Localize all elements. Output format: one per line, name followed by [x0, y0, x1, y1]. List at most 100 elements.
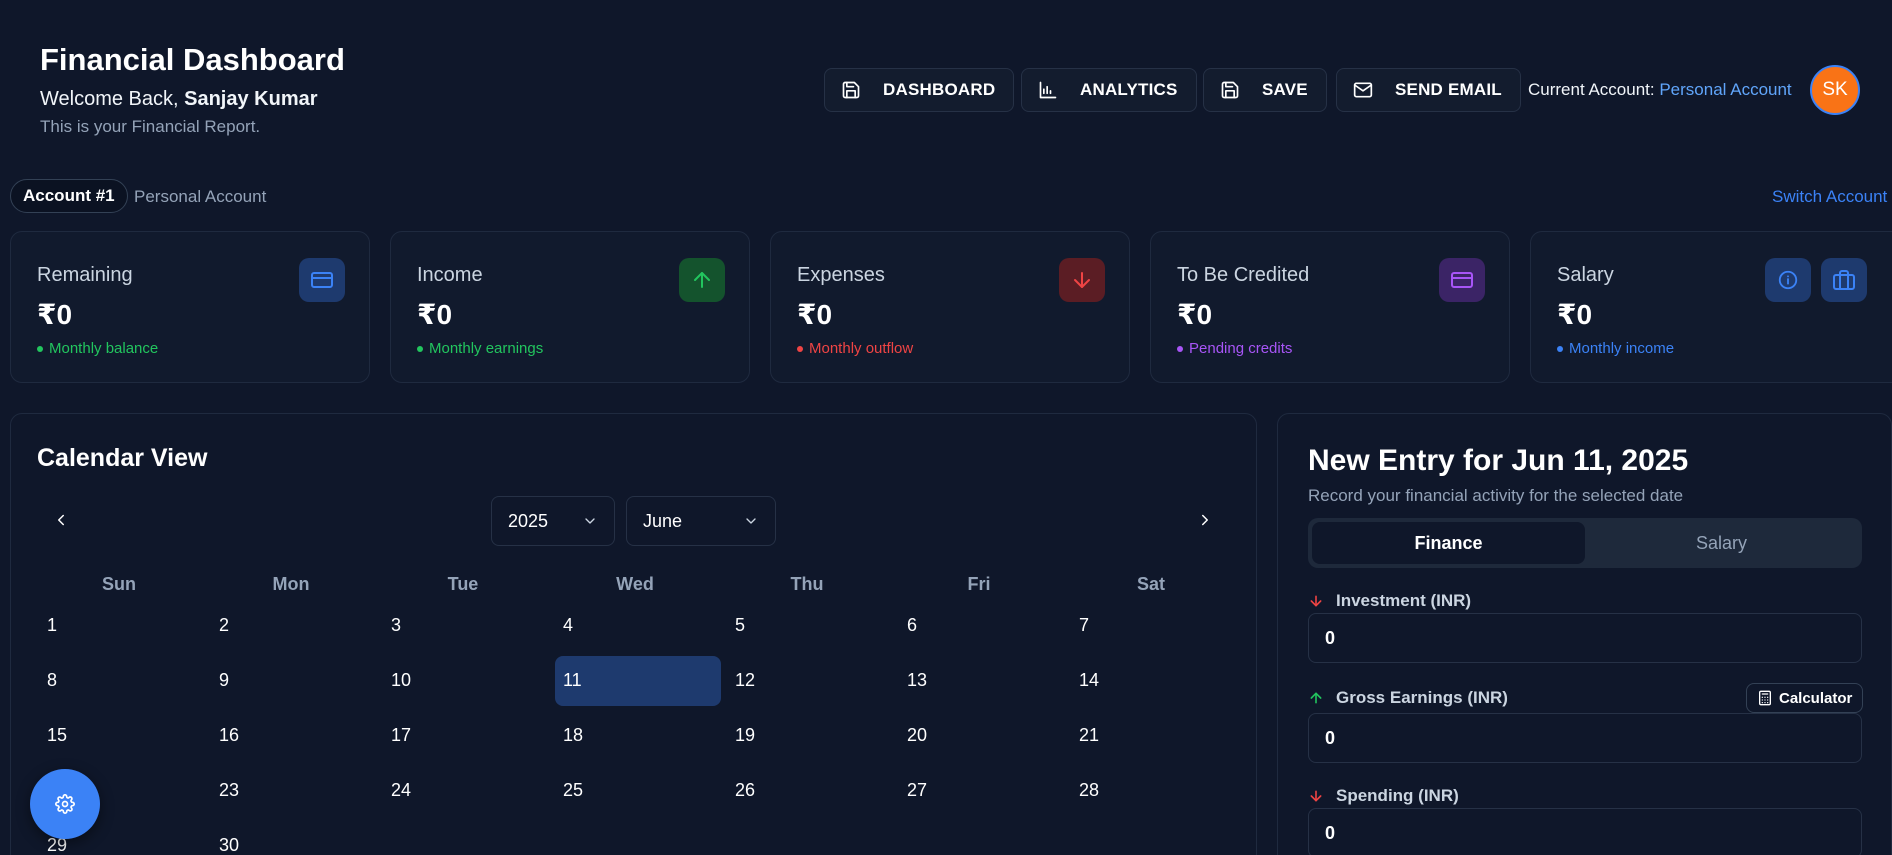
avatar[interactable]: SK: [1810, 65, 1860, 115]
entry-tabs: Finance Salary: [1308, 518, 1862, 568]
weekday-header: Sat: [1136, 574, 1165, 594]
calendar-day[interactable]: 14: [1079, 670, 1099, 691]
calendar-day[interactable]: 16: [219, 725, 239, 746]
save-button[interactable]: SAVE: [1203, 68, 1327, 112]
calculator-label: Calculator: [1779, 689, 1853, 707]
stat-card-remaining: Remaining ₹0 Monthly balance: [10, 231, 370, 383]
calendar-day[interactable]: 23: [219, 780, 239, 801]
stat-note-text: Monthly balance: [49, 340, 159, 357]
calendar-day[interactable]: 2: [219, 615, 229, 636]
stat-note-text: Monthly income: [1569, 340, 1675, 357]
stat-value: ₹0: [37, 299, 73, 330]
calendar-day[interactable]: 20: [907, 725, 927, 746]
chevron-left-icon: [58, 514, 64, 526]
calculator-button[interactable]: Calculator: [1746, 683, 1864, 713]
stat-note: Pending credits: [1177, 340, 1292, 357]
calendar-day[interactable]: 21: [1079, 725, 1099, 746]
dashboard-button[interactable]: DASHBOARD: [824, 68, 1015, 112]
calendar-day[interactable]: 24: [391, 780, 411, 801]
chevron-down-icon: [585, 518, 595, 524]
welcome-prefix: Welcome Back,: [40, 88, 185, 110]
spending-input[interactable]: 0: [1308, 808, 1862, 855]
calendar-day[interactable]: 19: [735, 725, 755, 746]
gross-earnings-label-text: Gross Earnings (INR): [1336, 688, 1508, 707]
current-account-link[interactable]: Personal Account: [1659, 80, 1791, 99]
send-email-button[interactable]: SEND EMAIL: [1336, 68, 1521, 112]
gear-icon: [55, 794, 75, 814]
stat-note-text: Pending credits: [1189, 340, 1293, 357]
month-select[interactable]: June: [626, 496, 776, 546]
tab-salary[interactable]: Salary: [1585, 522, 1858, 564]
calendar-day[interactable]: 27: [907, 780, 927, 801]
stat-label: Expenses: [797, 264, 885, 286]
page-subtitle: This is your Financial Report.: [40, 117, 261, 136]
calendar-day[interactable]: 3: [391, 615, 401, 636]
bar-chart-icon: [1038, 80, 1058, 100]
calendar-day[interactable]: 13: [907, 670, 927, 691]
calendar-day[interactable]: 28: [1079, 780, 1099, 801]
info-icon[interactable]: [1765, 258, 1811, 302]
calendar-day[interactable]: 4: [563, 615, 573, 636]
stat-note: Monthly balance: [37, 340, 158, 357]
calendar-day[interactable]: 12: [735, 670, 755, 691]
calendar-day[interactable]: 7: [1079, 615, 1089, 636]
calendar-day[interactable]: 30: [219, 835, 239, 855]
stat-value: ₹0: [1557, 299, 1593, 330]
calendar-day[interactable]: 26: [735, 780, 755, 801]
investment-label: Investment (INR): [1308, 591, 1471, 611]
arrow-down-icon: [1310, 790, 1322, 802]
chevron-down-icon: [746, 518, 756, 524]
page-title: Financial Dashboard: [40, 42, 345, 77]
spending-label-text: Spending (INR): [1336, 786, 1459, 805]
save-icon: [1220, 80, 1240, 100]
tab-finance[interactable]: Finance: [1312, 522, 1585, 564]
calendar-day[interactable]: 9: [219, 670, 229, 691]
calendar-day[interactable]: 8: [47, 670, 57, 691]
mail-icon: [1353, 80, 1373, 100]
save-label: SAVE: [1262, 80, 1308, 99]
settings-fab[interactable]: [30, 769, 100, 839]
stat-label: Income: [417, 264, 483, 286]
weekday-header: Fri: [967, 574, 991, 594]
calendar-day[interactable]: 11: [563, 670, 582, 691]
arrow-down-icon: [1059, 258, 1105, 302]
stat-value: ₹0: [797, 299, 833, 330]
dashboard-label: DASHBOARD: [883, 80, 996, 99]
calendar-day[interactable]: 10: [391, 670, 411, 691]
calendar-day[interactable]: 18: [563, 725, 583, 746]
investment-input[interactable]: 0: [1308, 613, 1862, 663]
year-select[interactable]: 2025: [491, 496, 615, 546]
stat-label: Remaining: [37, 264, 133, 286]
spending-label: Spending (INR): [1308, 786, 1459, 806]
calendar-day[interactable]: 6: [907, 615, 917, 636]
weekday-header: Tue: [447, 574, 479, 594]
send-email-label: SEND EMAIL: [1395, 80, 1502, 99]
stat-value: ₹0: [1177, 299, 1213, 330]
switch-account-link[interactable]: Switch Account: [1772, 187, 1887, 207]
stat-card-salary: Salary ₹0 Monthly income: [1530, 231, 1892, 383]
prev-month-button[interactable]: [47, 506, 75, 534]
entry-subtitle: Record your financial activity for the s…: [1308, 486, 1684, 505]
credit-card-icon: [1439, 258, 1485, 302]
calendar-day[interactable]: 1: [47, 615, 57, 636]
calendar-day[interactable]: 5: [735, 615, 745, 636]
calendar-day[interactable]: 15: [47, 725, 67, 746]
gross-earnings-input[interactable]: 0: [1308, 713, 1862, 763]
analytics-button[interactable]: ANALYTICS: [1021, 68, 1197, 112]
calculator-icon: [1759, 690, 1771, 706]
calendar-day[interactable]: 17: [391, 725, 411, 746]
arrow-up-icon: [1310, 692, 1322, 704]
next-month-button[interactable]: [1191, 506, 1219, 534]
weekday-header: Sun: [102, 574, 136, 594]
stat-note: Monthly outflow: [797, 340, 913, 357]
year-value: 2025: [508, 510, 549, 531]
stat-note-text: Monthly earnings: [429, 340, 544, 357]
weekday-header: Thu: [790, 574, 824, 594]
arrow-down-icon: [1310, 595, 1322, 607]
briefcase-icon: [1821, 258, 1867, 302]
entry-title: New Entry for Jun 11, 2025: [1308, 444, 1689, 477]
month-value: June: [643, 510, 683, 531]
chevron-right-icon: [1202, 514, 1208, 526]
calendar-day[interactable]: 25: [563, 780, 583, 801]
stat-value: ₹0: [417, 299, 453, 330]
